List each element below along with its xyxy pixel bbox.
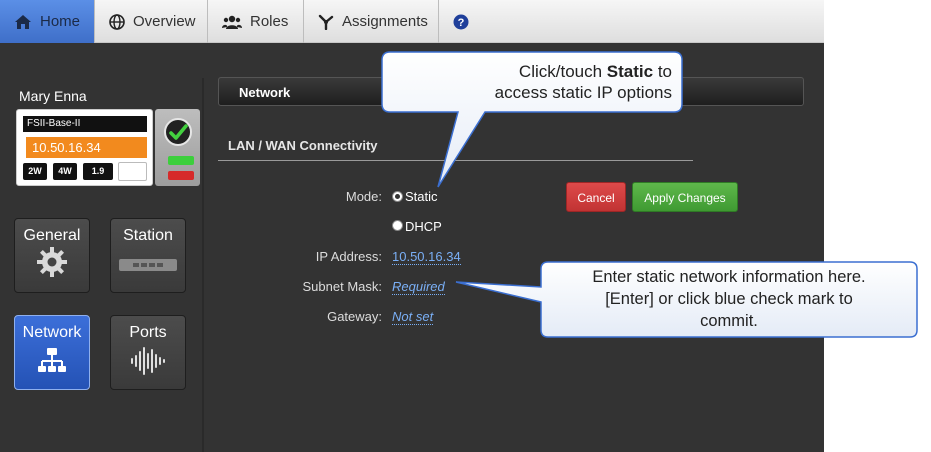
static-callout-pre: Click/touch <box>518 62 607 81</box>
static-callout-post: to <box>653 62 672 81</box>
info-callout-line1: Enter static network information here. <box>592 268 866 286</box>
static-callout-text: Click/touch Static to access static IP o… <box>390 61 672 103</box>
info-callout-line2: [Enter] or click blue check mark to <box>605 290 853 308</box>
static-callout-line2: access static IP options <box>494 83 672 102</box>
info-callout-line3: commit. <box>700 312 758 330</box>
static-callout-bold: Static <box>606 62 654 81</box>
info-callout-text: Enter static network information here. [… <box>545 266 913 332</box>
